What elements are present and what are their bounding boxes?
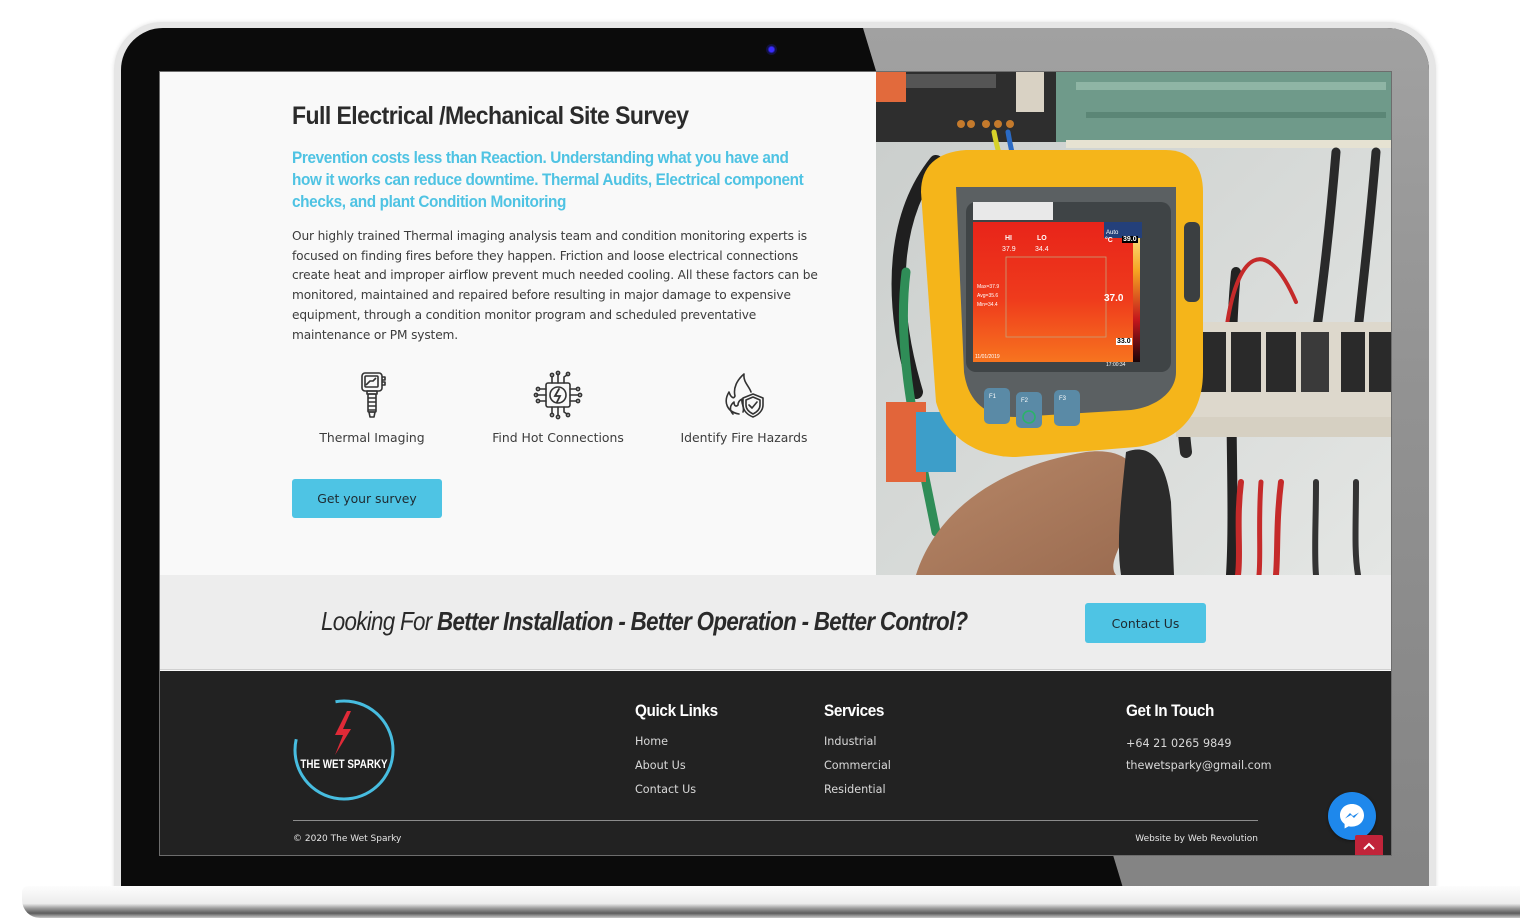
thermal-lo-value: 34.4 [1035, 246, 1049, 253]
feature-thermal-imaging: Thermal Imaging [282, 370, 462, 445]
survey-subtitle: Prevention costs less than Reaction. Und… [292, 149, 804, 211]
thermal-stat-max: Max=37.9 [977, 284, 1000, 290]
contact-us-button[interactable]: Contact Us [1085, 603, 1206, 643]
lightning-bolt-icon [335, 711, 351, 755]
thermal-time: 17:00:34 [1106, 362, 1126, 368]
feature-list: Thermal Imaging Find Hot Connections Ide… [292, 370, 852, 460]
footer-link-residential[interactable]: Residential [824, 783, 891, 796]
camera-button-f2: F2 [1021, 398, 1029, 404]
footer-phone[interactable]: +64 21 0265 9849 [1126, 737, 1272, 750]
cta-prefix: Looking For [321, 606, 438, 636]
feature-label: Thermal Imaging [319, 430, 425, 445]
cta-banner: Looking For Better Installation - Better… [160, 575, 1391, 670]
messenger-chat-button[interactable] [1328, 792, 1376, 840]
site-footer: THE WET SPARKY Quick Links Home About Us… [160, 671, 1391, 855]
footer-link-home[interactable]: Home [635, 735, 727, 748]
footer-link-industrial[interactable]: Industrial [824, 735, 891, 748]
feature-label: Identify Fire Hazards [680, 430, 808, 445]
services-heading: Services [824, 701, 885, 720]
footer-services: Services Industrial Commercial Residenti… [824, 701, 891, 796]
thermal-camera-icon [361, 372, 386, 418]
camera-button-f3: F3 [1059, 396, 1067, 402]
survey-description: Our highly trained Thermal imaging analy… [292, 229, 818, 342]
get-survey-button[interactable]: Get your survey [292, 479, 442, 518]
thermal-min-scale: 33.0 [1116, 338, 1132, 345]
logo-text: THE WET SPARKY [300, 758, 388, 771]
thermal-hi-label: HI [1005, 235, 1012, 242]
back-to-top-button[interactable] [1355, 835, 1383, 855]
circuit-lightning-icon [533, 370, 583, 420]
laptop-base [22, 886, 1520, 918]
feature-fire-hazards: Identify Fire Hazards [654, 370, 834, 445]
thermal-date: 11/01/2019 [975, 354, 1000, 360]
thermal-stats: Max=37.9 Avg=35.6 Min=34.4 [977, 283, 999, 310]
fire-shield-icon [725, 373, 764, 418]
footer-quick-links: Quick Links Home About Us Contact Us [635, 701, 727, 796]
thermal-mode: Auto [1106, 230, 1119, 236]
page-title: Full Electrical /Mechanical Site Survey [292, 102, 689, 130]
chevron-up-icon [1363, 842, 1375, 850]
footer-contact: Get In Touch +64 21 0265 9849 thewetspar… [1126, 701, 1272, 772]
thermal-max-scale: 39.0 [1122, 236, 1138, 243]
copyright-text: © 2020 The Wet Sparky [293, 834, 402, 844]
footer-link-commercial[interactable]: Commercial [824, 759, 891, 772]
feature-label: Find Hot Connections [492, 430, 624, 445]
footer-email[interactable]: thewetsparky@gmail.com [1126, 759, 1272, 772]
thermal-camera-photo: HI LO 37.9 34.4 Auto °C 39.0 37.0 33.0 M… [876, 72, 1391, 575]
thermal-hi-value: 37.9 [1002, 246, 1016, 253]
get-in-touch-heading: Get In Touch [1126, 701, 1215, 720]
footer-divider [293, 820, 1258, 821]
feature-hot-connections: Find Hot Connections [468, 370, 648, 445]
thermal-spot-value: 37.0 [1104, 293, 1124, 304]
thermal-stat-avg: Avg=35.6 [977, 293, 999, 299]
quick-links-heading: Quick Links [635, 701, 718, 720]
website-screen: Full Electrical /Mechanical Site Survey … [159, 71, 1392, 856]
messenger-icon [1340, 804, 1364, 829]
wet-sparky-logo[interactable]: THE WET SPARKY [291, 697, 397, 803]
webcam [766, 44, 777, 55]
thermal-lo-label: LO [1037, 235, 1047, 242]
website-credit[interactable]: Website by Web Revolution [1135, 834, 1258, 844]
footer-link-about[interactable]: About Us [635, 759, 727, 772]
footer-link-contact[interactable]: Contact Us [635, 783, 727, 796]
survey-section: Full Electrical /Mechanical Site Survey … [160, 72, 1391, 575]
photo-illustration [876, 72, 1391, 575]
camera-button-f1: F1 [989, 394, 997, 400]
cta-headline: Looking For Better Installation - Better… [321, 606, 968, 637]
survey-text: Full Electrical /Mechanical Site Survey … [292, 102, 832, 345]
thermal-stat-min: Min=34.4 [977, 302, 998, 308]
cta-highlight: Better Installation - Better Operation -… [437, 606, 968, 636]
thermal-unit: °C [1105, 237, 1113, 244]
